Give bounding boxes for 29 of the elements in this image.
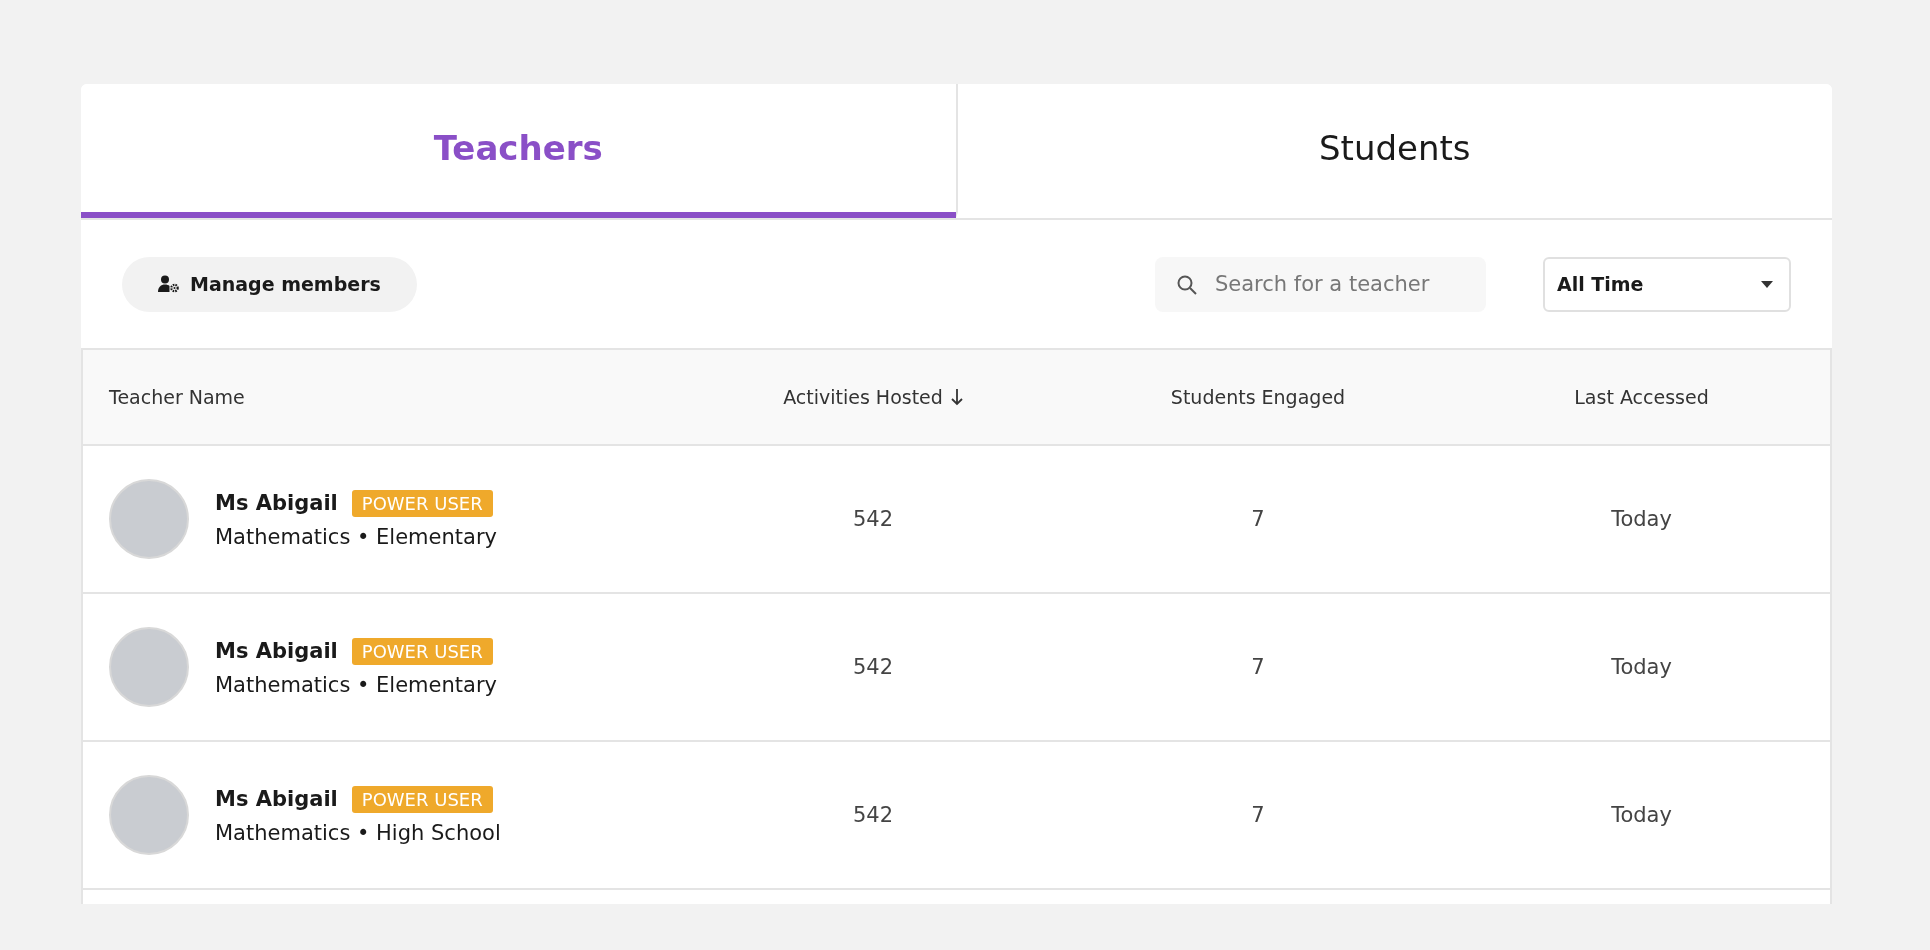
user-gear-icon: [158, 275, 180, 293]
teacher-name: Ms Abigail: [215, 491, 338, 515]
activities-hosted-cell: 542: [852, 507, 894, 531]
caret-icon: [1761, 280, 1773, 288]
activities-hosted-cell: 542: [852, 803, 894, 827]
teacher-name: Ms Abigail: [215, 787, 338, 811]
last-accessed-cell: Today: [1611, 655, 1672, 679]
column-header[interactable]: Last Accessed: [1574, 386, 1709, 408]
column-header[interactable]: Students Engaged: [1170, 386, 1346, 408]
search-field[interactable]: Search for a teacher: [1155, 256, 1486, 312]
power-user-badge: POWER USER: [351, 489, 493, 517]
sort-descending-icon[interactable]: [950, 388, 963, 406]
students-engaged-cell: 7: [1251, 655, 1265, 679]
last-accessed-cell: Today: [1611, 803, 1672, 827]
manage-members-button[interactable]: Manage members: [122, 256, 417, 312]
power-user-badge: POWER USER: [351, 785, 493, 813]
power-user-badge: POWER USER: [351, 637, 493, 665]
activities-hosted-cell: 542: [852, 655, 894, 679]
teacher-subject: Mathematics • Elementary: [215, 672, 497, 697]
search-icon: [1177, 274, 1197, 295]
students-engaged-cell: 7: [1251, 507, 1265, 531]
teacher-name: Ms Abigail: [215, 639, 338, 663]
period-dropdown[interactable]: All Time: [1543, 256, 1791, 312]
last-accessed-cell: Today: [1611, 507, 1672, 531]
teacher-subject: Mathematics • High School: [215, 820, 501, 845]
column-header[interactable]: Activities Hosted: [783, 386, 943, 408]
teacher-subject: Mathematics • Elementary: [215, 524, 497, 549]
column-header[interactable]: Teacher Name: [109, 386, 245, 408]
students-engaged-cell: 7: [1251, 803, 1265, 827]
